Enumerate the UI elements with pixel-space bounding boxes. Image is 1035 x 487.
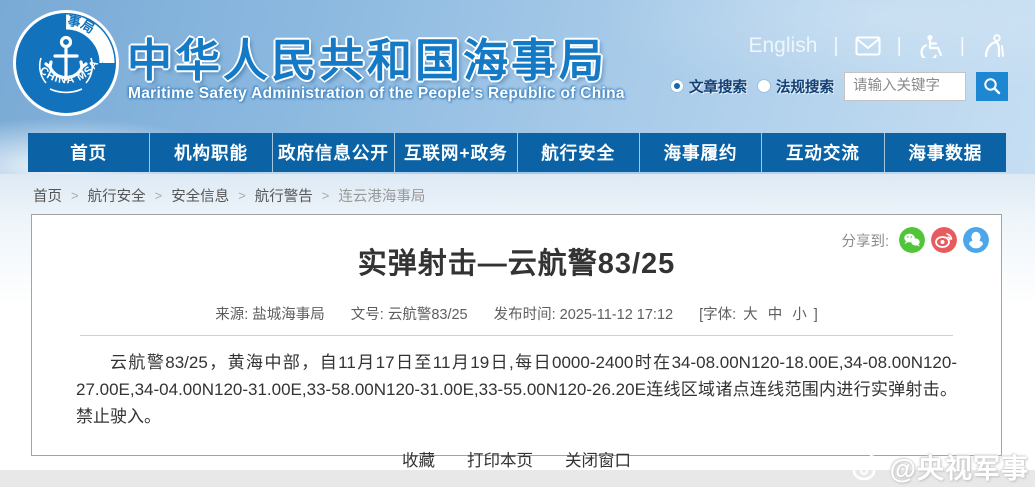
watermark-text: @央视军事: [890, 447, 1029, 486]
logo-left-star: ★: [26, 61, 35, 72]
link-separator: |: [833, 35, 838, 58]
radio-unselected-icon[interactable]: [757, 79, 771, 93]
meta-doc-number: 文号: 云航警83/25: [351, 303, 468, 324]
nav-item-gov-info[interactable]: 政府信息公开: [273, 133, 395, 172]
article-meta: 来源: 盐城海事局 文号: 云航警83/25 发布时间: 2025-11-12 …: [32, 303, 1001, 324]
font-size-large-button[interactable]: 大: [740, 307, 761, 323]
header-search-area: 文章搜索 法规搜索: [670, 71, 1008, 101]
nav-item-internet-gov[interactable]: 互联网+政务: [395, 133, 517, 172]
header-top-links: English | | |: [749, 32, 1008, 60]
breadcrumb-separator: >: [155, 188, 163, 203]
font-size-switcher: [字体: 大 中 小 ]: [699, 303, 818, 324]
wechat-share-icon[interactable]: [899, 227, 925, 253]
mail-icon[interactable]: [855, 34, 881, 58]
breadcrumb-separator: >: [322, 188, 330, 203]
search-button[interactable]: [976, 72, 1008, 101]
breadcrumb-safety-info[interactable]: 安全信息: [171, 185, 229, 206]
favorite-link[interactable]: 收藏: [402, 447, 435, 471]
weibo-watermark-icon: [851, 452, 885, 482]
msa-logo[interactable]: 中国海事局 ★ ★ CHINA MSA: [12, 9, 120, 117]
breadcrumb-separator: >: [71, 188, 79, 203]
site-subtitle: Maritime Safety Administration of the Pe…: [128, 85, 625, 103]
breadcrumb-home[interactable]: 首页: [33, 185, 62, 206]
site-title: 中华人民共和国海事局: [127, 24, 607, 89]
nav-item-maritime-data[interactable]: 海事数据: [885, 133, 1006, 172]
breadcrumb: 首页 > 航行安全 > 安全信息 > 航行警告 > 连云港海事局: [33, 185, 425, 206]
print-page-link[interactable]: 打印本页: [467, 447, 533, 471]
breadcrumb-lianyungang-msa: 连云港海事局: [338, 185, 425, 206]
font-size-label-end: ]: [814, 307, 818, 323]
main-nav: 首页 机构职能 政府信息公开 互联网+政务 航行安全 海事履约 互动交流 海事数…: [28, 133, 1006, 172]
weibo-share-icon[interactable]: [931, 227, 957, 253]
nav-item-home[interactable]: 首页: [28, 133, 150, 172]
share-label: 分享到:: [841, 230, 889, 251]
qq-share-icon[interactable]: [963, 227, 989, 253]
accessibility-wheelchair-icon[interactable]: [918, 34, 944, 58]
search-input[interactable]: [844, 72, 966, 101]
watermark: @央视军事: [851, 447, 1029, 486]
link-separator: |: [897, 35, 902, 58]
breadcrumb-navigation-warning[interactable]: 航行警告: [255, 185, 313, 206]
meta-source: 来源: 盐城海事局: [215, 303, 325, 324]
elderly-person-icon[interactable]: [981, 34, 1007, 58]
search-icon: [983, 77, 1001, 95]
meta-divider: [80, 335, 953, 336]
font-size-small-button[interactable]: 小: [789, 307, 810, 323]
radio-selected-icon[interactable]: [670, 79, 684, 93]
close-window-link[interactable]: 关闭窗口: [565, 447, 631, 471]
nav-item-maritime-compliance[interactable]: 海事履约: [640, 133, 762, 172]
font-size-medium-button[interactable]: 中: [765, 307, 786, 323]
breadcrumb-navigation-safety[interactable]: 航行安全: [88, 185, 146, 206]
article-body-text: 云航警83/25，黄海中部，自11月17日至11月19日,每日0000-2400…: [76, 349, 957, 430]
breadcrumb-separator: >: [238, 188, 246, 203]
law-search-label: 法规搜索: [776, 76, 834, 97]
font-size-label: [字体:: [699, 307, 736, 323]
article-panel: 分享到: 实弹射击—云航警83/25 来源: 盐城海事局 文号:: [31, 214, 1002, 456]
share-row: 分享到:: [841, 227, 989, 253]
law-search-radio[interactable]: 法规搜索: [757, 76, 834, 97]
article-search-label: 文章搜索: [689, 76, 747, 97]
english-link[interactable]: English: [749, 34, 818, 58]
nav-item-functions[interactable]: 机构职能: [150, 133, 272, 172]
article-search-radio[interactable]: 文章搜索: [670, 76, 747, 97]
meta-publish-time: 发布时间: 2025-11-12 17:12: [494, 303, 673, 324]
nav-item-interaction[interactable]: 互动交流: [762, 133, 884, 172]
nav-item-navigation-safety[interactable]: 航行安全: [518, 133, 640, 172]
link-separator: |: [960, 35, 965, 58]
